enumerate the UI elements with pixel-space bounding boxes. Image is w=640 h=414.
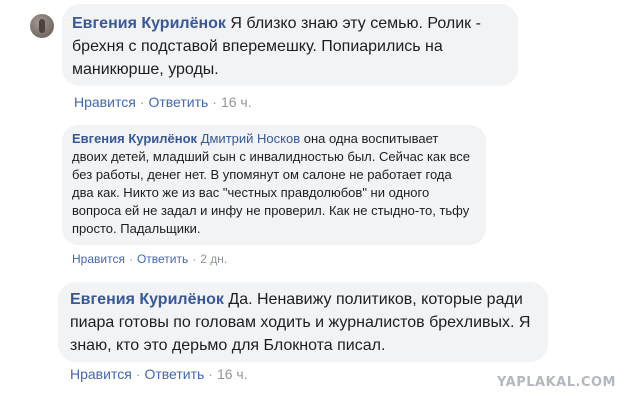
- comment-author-1[interactable]: Евгения Курилёнок: [72, 15, 226, 32]
- comment-text-1: Евгения Курилёнок Я близко знаю эту семь…: [72, 12, 508, 81]
- like-button-3[interactable]: Нравится: [70, 366, 132, 382]
- comment-time-3[interactable]: 16 ч.: [217, 366, 248, 382]
- comment-author-2[interactable]: Евгения Курилёнок: [72, 131, 197, 146]
- comment-time-2[interactable]: 2 дн.: [200, 252, 227, 266]
- separator-dot: ·: [212, 94, 217, 110]
- separator-dot: ·: [128, 252, 133, 266]
- comment-bubble-2: Евгения Курилёнок Дмитрий Носков она одн…: [62, 125, 486, 245]
- like-button-2[interactable]: Нравится: [72, 252, 125, 266]
- comment-bubble-3: Евгения Курилёнок Да. Ненавижу политиков…: [58, 282, 548, 362]
- reply-button-3[interactable]: Ответить: [144, 366, 204, 382]
- comment-text-3: Евгения Курилёнок Да. Ненавижу политиков…: [70, 288, 538, 357]
- comment-body-2: она одна воспитывает двоих детей, младши…: [72, 131, 470, 236]
- avatar[interactable]: [30, 14, 54, 38]
- separator-dot: ·: [135, 366, 141, 382]
- watermark: YAPLAKAL.COM: [497, 375, 616, 390]
- comment-actions-1: Нравится · Ответить · 16 ч.: [74, 94, 252, 110]
- comment-time-1[interactable]: 16 ч.: [221, 94, 252, 110]
- comment-actions-2: Нравится · Ответить · 2 дн.: [72, 252, 227, 266]
- comment-bubble-1: Евгения Курилёнок Я близко знаю эту семь…: [62, 4, 518, 86]
- separator-dot: ·: [139, 94, 145, 110]
- separator-dot: ·: [208, 366, 213, 382]
- separator-dot: ·: [192, 252, 197, 266]
- comment-mention-2[interactable]: Дмитрий Носков: [201, 131, 300, 146]
- like-button-1[interactable]: Нравится: [74, 94, 136, 110]
- comment-text-2: Евгения Курилёнок Дмитрий Носков она одн…: [72, 130, 476, 238]
- reply-button-1[interactable]: Ответить: [148, 94, 208, 110]
- reply-button-2[interactable]: Ответить: [137, 252, 188, 266]
- comment-author-3[interactable]: Евгения Курилёнок: [70, 291, 224, 308]
- comment-actions-3: Нравится · Ответить · 16 ч.: [70, 366, 248, 382]
